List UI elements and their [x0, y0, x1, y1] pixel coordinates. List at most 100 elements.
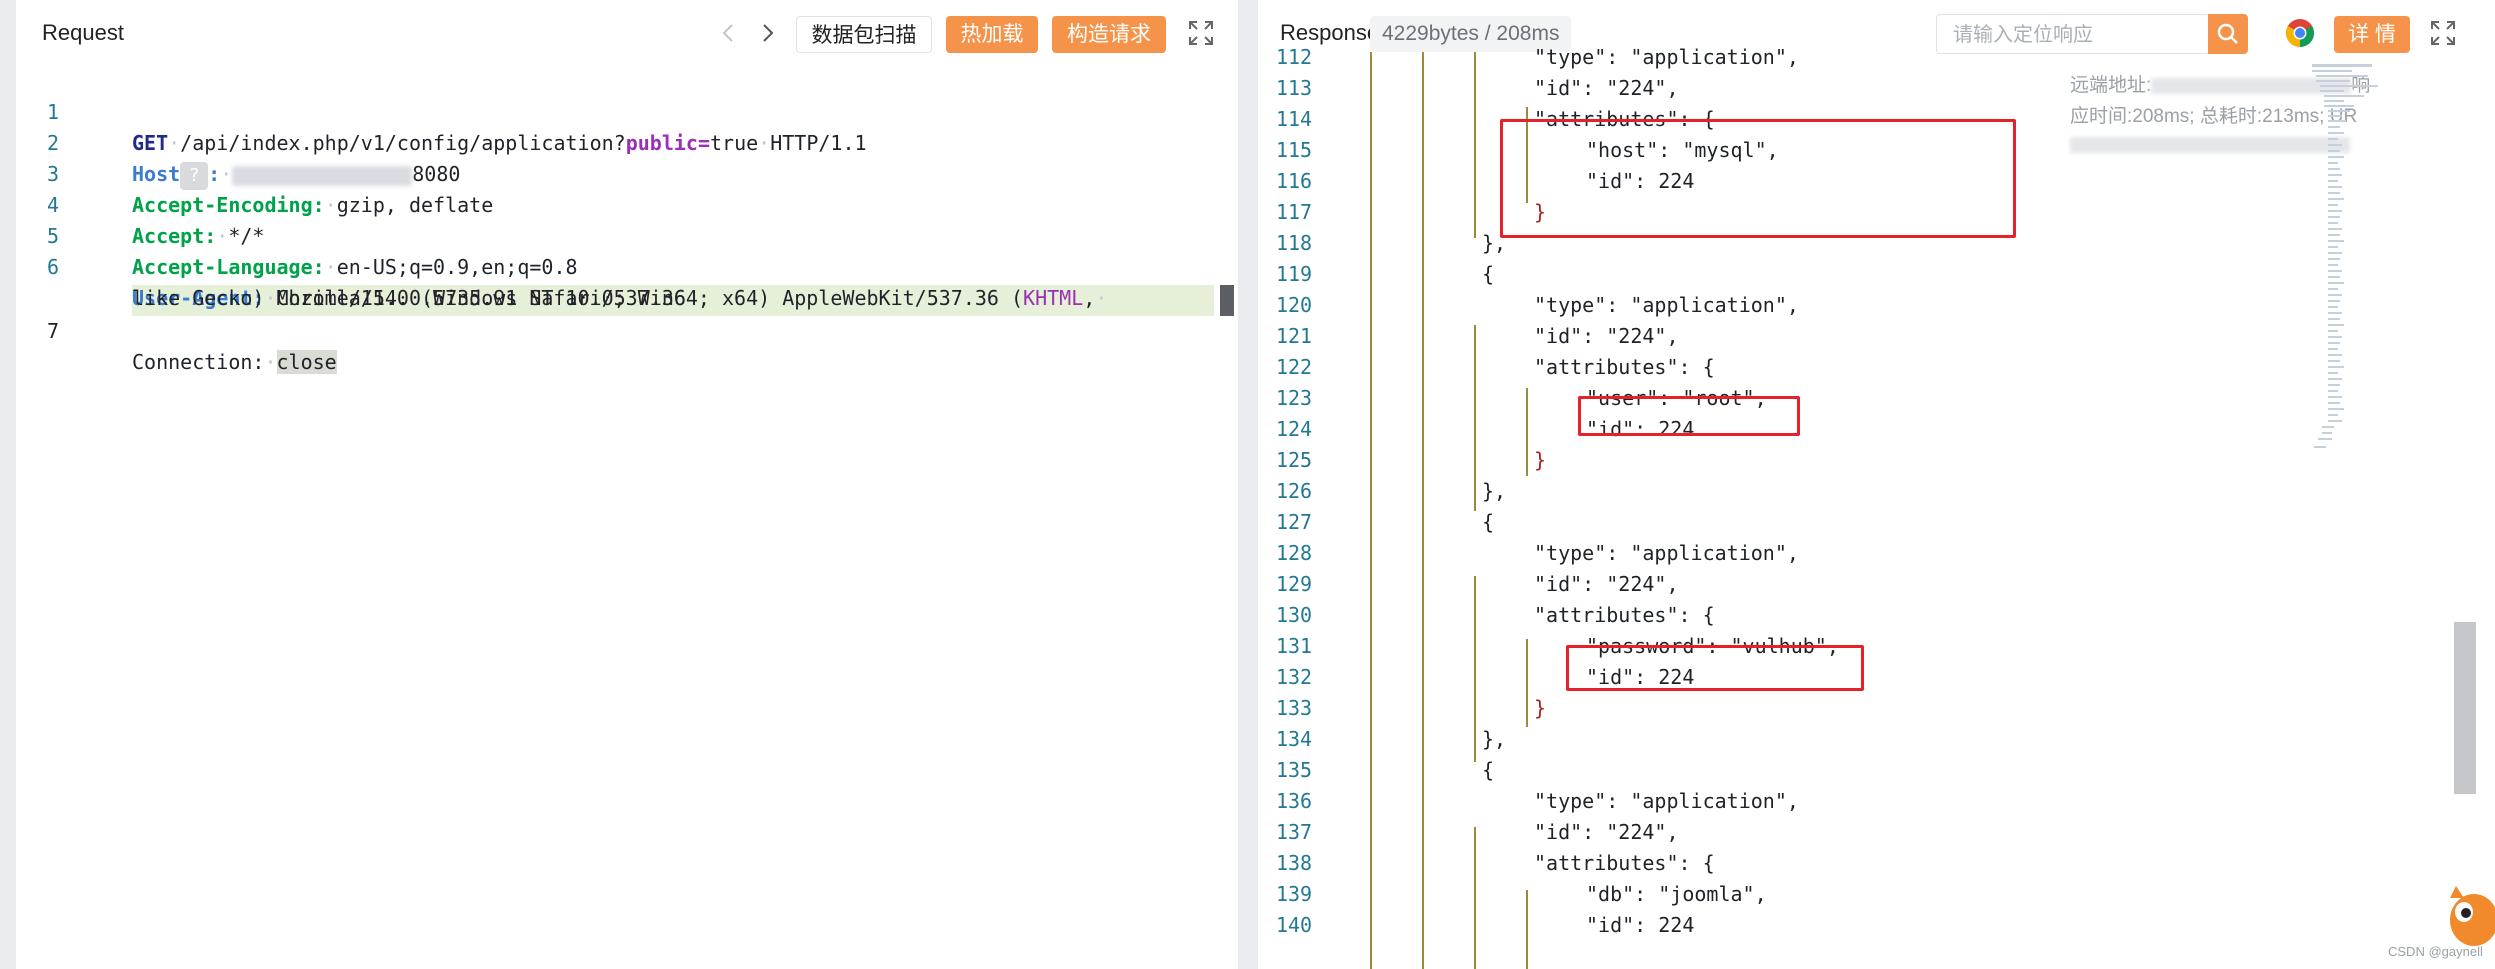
json-text: },	[1482, 479, 1507, 503]
json-line: 123 "user": "root",	[1258, 383, 2435, 414]
request-line: 1 GET·/api/index.php/v1/config/applicati…	[16, 66, 1238, 155]
line-number: 118	[1275, 231, 1313, 255]
hot-load-button[interactable]: 热加载	[946, 16, 1038, 53]
header-line-continuation: like Gecko) Chrome/114.0.5735.91 Safari/…	[16, 252, 1238, 310]
json-line: 120 "type": "application",	[1258, 290, 2435, 321]
line-number: 7	[46, 319, 60, 343]
request-title: Request	[42, 20, 124, 45]
line-number: 114	[1275, 107, 1313, 131]
json-text: "id": 224	[1586, 913, 1695, 937]
json-line: 139 "db": "joomla",	[1258, 879, 2435, 910]
line-number: 123	[1275, 386, 1313, 410]
json-text: {	[1482, 510, 1495, 534]
line-number: 126	[1275, 479, 1313, 503]
json-line: 128 "type": "application",	[1258, 538, 2435, 569]
header-line: 3 Accept-Encoding:·gzip, deflate	[16, 128, 1238, 217]
json-text: "type": "application",	[1534, 541, 1799, 565]
request-panel: Request 数据包扫描 热加载 构造请求 1 GET·/api/index.…	[16, 0, 1238, 969]
json-text: },	[1482, 727, 1507, 751]
json-text: "type": "application",	[1534, 789, 1799, 813]
back-arrow-icon[interactable]	[714, 18, 744, 48]
json-line: 138 "attributes": {	[1258, 848, 2435, 879]
response-viewer[interactable]: 112 "type": "application", 113 "id": "224"…	[1258, 45, 2435, 969]
header-line: 5 Accept-Language:·en-US;q=0.9,en;q=0.8	[16, 190, 1238, 279]
line-number: 120	[1275, 293, 1313, 317]
highlight-box-password	[1566, 645, 1864, 691]
highlight-box-host	[1500, 119, 2016, 238]
json-line: 127 {	[1258, 507, 2435, 538]
json-line: 124 "id": 224	[1258, 414, 2435, 445]
json-text: "attributes": {	[1534, 851, 1715, 875]
line-number: 130	[1275, 603, 1313, 627]
json-line: 130 "attributes": {	[1258, 600, 2435, 631]
header-line: 7 Connection:·close	[16, 285, 1238, 374]
line-number: 135	[1275, 758, 1313, 782]
line-number: 136	[1275, 789, 1313, 813]
line-number: 129	[1275, 572, 1313, 596]
line-number: 124	[1275, 417, 1313, 441]
header-value: close	[276, 350, 337, 374]
json-text: "db": "joomla",	[1586, 882, 1767, 906]
line-number: 138	[1275, 851, 1313, 875]
json-line: 134},	[1258, 724, 2435, 755]
line-number: 119	[1275, 262, 1313, 286]
build-request-button[interactable]: 构造请求	[1052, 16, 1166, 53]
line-number: 140	[1275, 913, 1313, 937]
json-text: "type": "application",	[1534, 293, 1799, 317]
fullscreen-icon[interactable]	[1186, 18, 1216, 48]
json-line: 122 "attributes": {	[1258, 352, 2435, 383]
line-number: 127	[1275, 510, 1313, 534]
line-number: 117	[1275, 200, 1313, 224]
json-text: }	[1534, 448, 1547, 472]
line-number: 131	[1275, 634, 1313, 658]
forward-arrow-icon[interactable]	[752, 18, 782, 48]
json-line: 137 "id": "224",	[1258, 817, 2435, 848]
highlight-box-user	[1578, 396, 1800, 436]
header-line: 6 User-Agent:·Mozilla/5.0 (Windows NT 10…	[16, 221, 1238, 310]
json-text: "type": "application",	[1534, 45, 1799, 69]
line-number: 113	[1275, 76, 1313, 100]
json-line: 113 "id": "224",	[1258, 73, 2435, 104]
line-number: 128	[1275, 541, 1313, 565]
line-number: 112	[1275, 45, 1313, 69]
json-line: 140 "id": 224	[1258, 910, 2435, 941]
watermark: CSDN @gaynell	[2388, 944, 2483, 959]
line-number: 134	[1275, 727, 1313, 751]
header-line: 4 Accept:·*/*	[16, 159, 1238, 248]
json-line: 136 "type": "application",	[1258, 786, 2435, 817]
header-host-line: 2 Host?:· 8080	[16, 97, 1238, 190]
json-text: "attributes": {	[1534, 603, 1715, 627]
json-line: 125}	[1258, 445, 2435, 476]
line-number: 116	[1275, 169, 1313, 193]
line-number: 132	[1275, 665, 1313, 689]
header-key: Connection:	[132, 350, 265, 374]
line-number: 137	[1275, 820, 1313, 844]
json-text: "id": "224",	[1534, 572, 1679, 596]
json-line: 119 {	[1258, 259, 2435, 290]
json-text: "id": "224",	[1534, 820, 1679, 844]
packet-scan-button[interactable]: 数据包扫描	[796, 16, 932, 53]
line-number: 125	[1275, 448, 1313, 472]
line-number: 139	[1275, 882, 1313, 906]
json-text: "id": "224",	[1534, 324, 1679, 348]
line-number: 115	[1275, 138, 1313, 162]
request-editor[interactable]: 1 GET·/api/index.php/v1/config/applicati…	[16, 66, 1238, 969]
mascot-icon	[2450, 886, 2495, 946]
json-line: 133}	[1258, 693, 2435, 724]
responses-panel: Responses 4229bytes / 208ms 请输入定位响应 详 情 …	[1258, 0, 2495, 969]
json-line: 135 {	[1258, 755, 2435, 786]
json-line: 129 "id": "224",	[1258, 569, 2435, 600]
response-scrollbar[interactable]	[2454, 622, 2476, 794]
json-line: 121 "id": "224",	[1258, 321, 2435, 352]
json-line: 126},	[1258, 476, 2435, 507]
line-number: 133	[1275, 696, 1313, 720]
json-text: "id": "224",	[1534, 76, 1679, 100]
request-header: Request 数据包扫描 热加载 构造请求	[16, 0, 1238, 68]
json-text: "attributes": {	[1534, 355, 1715, 379]
line-number: 122	[1275, 355, 1313, 379]
json-text: {	[1482, 758, 1495, 782]
json-line: 112 "type": "application",	[1258, 42, 2435, 73]
json-text: {	[1482, 262, 1495, 286]
json-text: }	[1534, 696, 1547, 720]
line-number: 121	[1275, 324, 1313, 348]
